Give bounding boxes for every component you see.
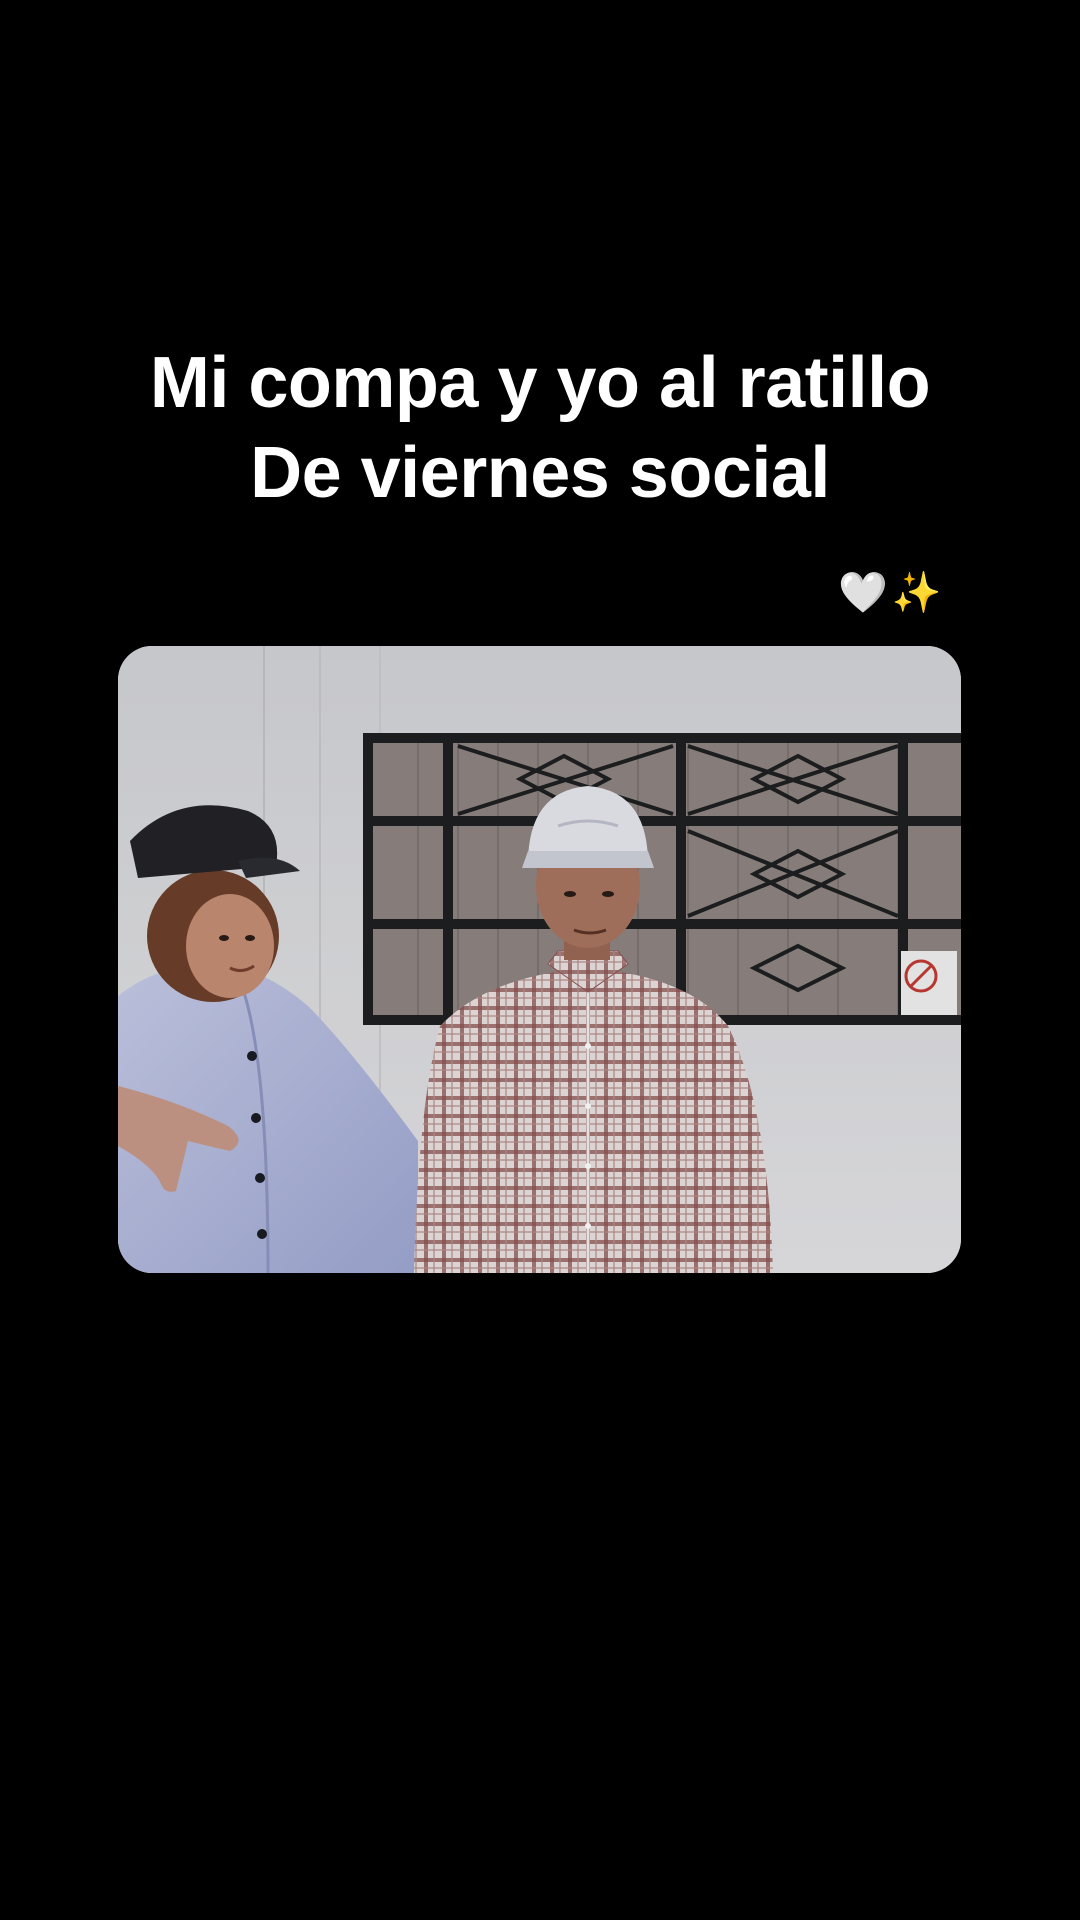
white-heart-icon: 🤍 [838, 570, 888, 616]
post-photo [118, 646, 961, 1273]
caption-line-1: Mi compa y yo al ratillo [149, 343, 931, 423]
caption-line-2: De viernes social [250, 433, 830, 513]
caption-emoji-row: 🤍 ✨ [838, 567, 942, 619]
post-caption: Mi compa y yo al ratillo De viernes soci… [0, 338, 1080, 518]
photo-two-people-icon [118, 646, 961, 1273]
sparkles-icon: ✨ [891, 570, 942, 616]
